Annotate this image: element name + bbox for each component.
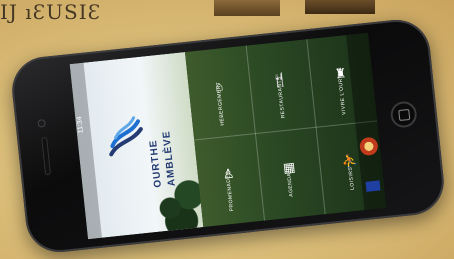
smartphone: 11:34 OURTHE AMBLÈVE 🍴 RESTAURANTS ♜ VIV… xyxy=(8,16,448,256)
tile-label: AGENDA xyxy=(286,172,296,197)
tile-promenades[interactable]: ♙ PROMENADES xyxy=(194,133,264,227)
tile-hebergement[interactable]: ⌂ HÉBERGEMENT xyxy=(185,46,255,140)
tile-restaurants[interactable]: 🍴 RESTAURANTS xyxy=(246,39,316,133)
phone-screen: 11:34 OURTHE AMBLÈVE 🍴 RESTAURANTS ♜ VIV… xyxy=(69,32,387,240)
speaker-grille xyxy=(41,136,52,176)
app-home-screen: 11:34 OURTHE AMBLÈVE 🍴 RESTAURANTS ♜ VIV… xyxy=(69,32,387,240)
front-camera-icon xyxy=(37,119,47,128)
tile-label: LOISIRS xyxy=(347,166,356,191)
status-time: 11:34 xyxy=(76,116,85,134)
background-object xyxy=(214,0,280,16)
brand-panel: 11:34 OURTHE AMBLÈVE xyxy=(69,52,208,240)
background-object xyxy=(305,0,375,14)
status-bar: 11:34 xyxy=(69,62,102,240)
eu-flag-icon xyxy=(365,180,381,192)
background-print-text: IJ ıƐUSIƐ xyxy=(0,0,102,24)
home-button[interactable] xyxy=(389,100,419,129)
tile-agenda[interactable]: ▦ AGENDA xyxy=(255,127,325,221)
